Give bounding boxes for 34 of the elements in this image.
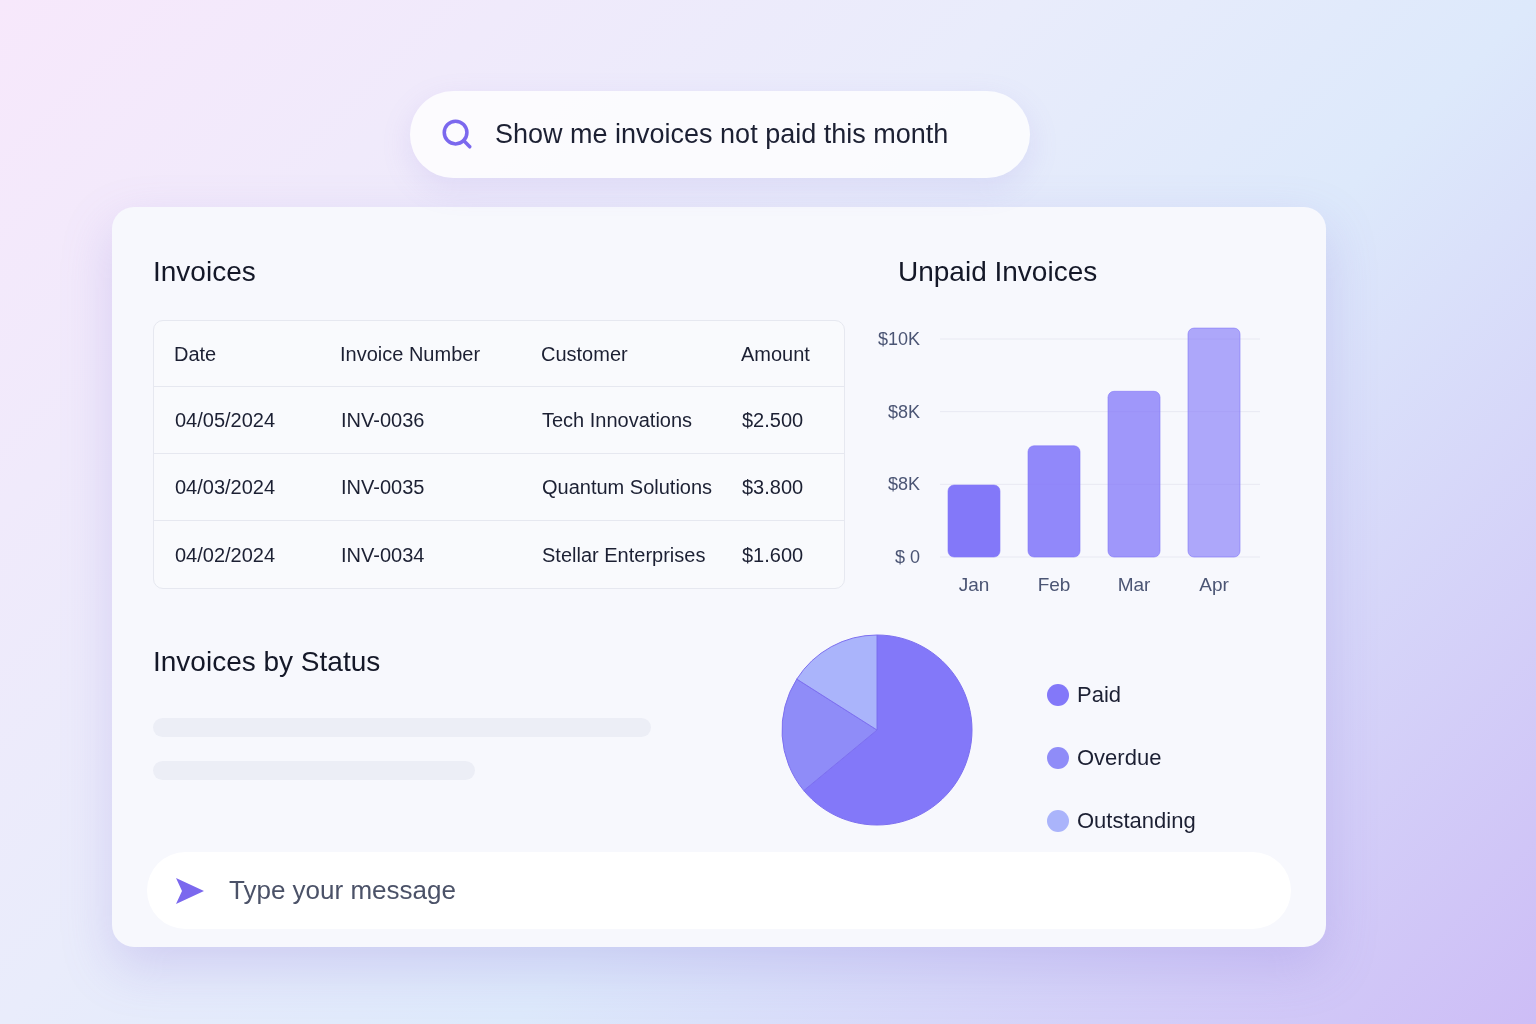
section-title: Invoices by Status [153, 645, 382, 679]
axis-tick-label: $8K [887, 474, 920, 495]
legend-label: Outstanding [1077, 807, 1196, 835]
axis-category-label: Apr [1199, 574, 1229, 595]
axis-tick-label: $10K [878, 329, 920, 349]
table-cell-text: Tech Innovations [542, 408, 694, 433]
table-cell-text: $1.600 [742, 542, 805, 568]
axis-category-label: Feb [1037, 574, 1071, 595]
section-title: Unpaid Invoices [898, 255, 1099, 289]
column-header: Invoice Number [340, 341, 482, 367]
legend-label: Overdue [1077, 744, 1162, 772]
section-title: Invoices [153, 255, 257, 289]
axis-category-label: Mar [1117, 574, 1151, 595]
table-cell-text: 04/03/2024 [175, 475, 277, 500]
legend-label: Paid [1077, 681, 1122, 709]
axis-tick-label: $8K [887, 401, 920, 422]
column-header: Customer [541, 341, 629, 367]
table-cell-text: INV-0036 [341, 408, 426, 433]
search-field[interactable]: Show me invoices not paid this month [410, 91, 1030, 178]
table-cell-text: 04/05/2024 [175, 408, 277, 433]
table-cell-text: INV-0035 [341, 475, 426, 500]
table-cell-text: 04/02/2024 [175, 542, 277, 568]
table-cell-text: Stellar Enterprises [542, 542, 707, 568]
column-header: Date [174, 341, 218, 367]
axis-category-label: Jan [958, 574, 990, 595]
table-cell-text: Quantum Solutions [542, 475, 714, 500]
search-icon [440, 117, 474, 151]
table-cell-text: INV-0034 [341, 542, 426, 568]
table-cell-text: $2.500 [742, 408, 805, 433]
column-header: Amount [741, 341, 811, 367]
table-cell-text: $3.800 [742, 475, 805, 500]
message-field[interactable]: Type your message [147, 852, 1291, 929]
send-icon [175, 877, 205, 905]
axis-tick-label: $ 0 [894, 547, 920, 567]
